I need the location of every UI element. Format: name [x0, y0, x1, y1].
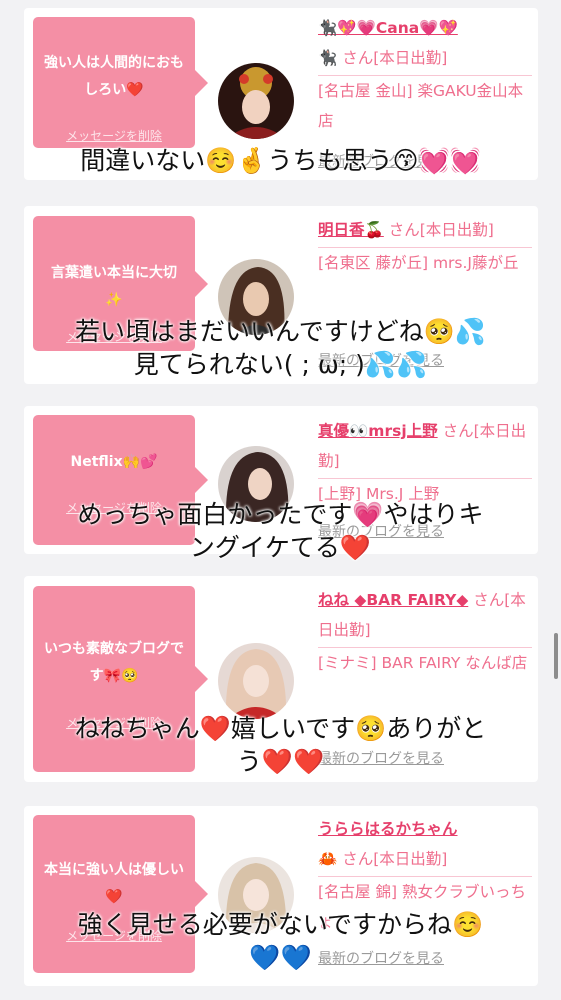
shop-name: [名東区 藤が丘] mrs.J藤が丘 [318, 254, 519, 272]
attendance-status: さん[本日出勤] [388, 221, 494, 239]
divider [318, 647, 532, 648]
caption-overlay: 強く見せる必要がないですからね☺️ 💙💙 [0, 908, 561, 974]
divider [318, 75, 532, 76]
caption-overlay: 間違いない☺️🤞うちも思う😙💓💓 [0, 144, 561, 177]
avatar[interactable] [218, 63, 294, 139]
divider [318, 876, 532, 877]
caption-line: 若い頃はまだいいんですけどね🥺💦 [74, 317, 486, 346]
therapist-name[interactable]: 明日香🍒 [318, 221, 384, 239]
message-text: 言葉遣い本当に大切✨ [51, 265, 177, 308]
caption-line: う❤️❤️ [236, 747, 325, 776]
attendance-status: 🐈‍⬛ さん[本日出勤] [318, 49, 448, 67]
message-text: 強い人は人間的におもしろい❤️ [44, 55, 184, 98]
therapist-info: 明日香🍒 さん[本日出勤] [名東区 藤が丘] mrs.J藤が丘 [318, 215, 532, 278]
divider [318, 247, 532, 248]
therapist-name[interactable]: 真優👀mrsj上野 [318, 422, 438, 440]
caption-line: ングイケてる❤️ [189, 533, 372, 562]
attendance-status: 🦀 さん[本日出勤] [318, 850, 448, 868]
caption-line: 見てられない( ; ω; )💦💦 [133, 350, 428, 379]
caption-overlay: 若い頃はまだいいんですけどね🥺💦 見てられない( ; ω; )💦💦 [0, 315, 561, 381]
caption-overlay: ねねちゃん❤️嬉しいです🥺ありがと う❤️❤️ [0, 712, 561, 778]
therapist-name[interactable]: 🐈‍⬛💖💗Cana💗💖 [318, 19, 458, 37]
message-bubble: 強い人は人間的におもしろい❤️ メッセージを削除 [33, 17, 208, 148]
caption-line: めっちゃ面白かったです💗やはりキ [77, 500, 484, 529]
caption-overlay: めっちゃ面白かったです💗やはりキ ングイケてる❤️ [0, 498, 561, 564]
message-text: 本当に強い人は優しい❤️ [44, 862, 184, 905]
therapist-name[interactable]: うららはるかちゃん [318, 820, 458, 838]
avatar[interactable] [218, 643, 294, 719]
shop-name: [ミナミ] BAR FAIRY なんば店 [318, 654, 528, 672]
caption-line: ねねちゃん❤️嬉しいです🥺ありがと [74, 714, 487, 743]
message-text: いつも素敵なブログです🎀🥺 [44, 641, 184, 684]
shop-name: [名古屋 金山] 楽GAKU金山本店 [318, 82, 524, 130]
scrollbar[interactable] [554, 633, 558, 679]
divider [318, 478, 532, 479]
therapist-info: 真優👀mrsj上野 さん[本日出勤] [上野] Mrs.J 上野 [318, 416, 532, 509]
caption-line: 💙💙 [249, 943, 312, 972]
message-text: Netflix🙌💕 [70, 454, 158, 470]
caption-line: 間違いない☺️🤞うちも思う😙💓💓 [80, 146, 481, 175]
delete-message-link[interactable]: メッセージを削除 [33, 127, 195, 144]
therapist-name[interactable]: ねね ◆BAR FAIRY◆ [318, 591, 468, 609]
therapist-info: 🐈‍⬛💖💗Cana💗💖 🐈‍⬛ さん[本日出勤] [名古屋 金山] 楽GAKU金… [318, 13, 532, 136]
caption-line: 強く見せる必要がないですからね☺️ [77, 910, 484, 939]
therapist-info: ねね ◆BAR FAIRY◆ さん[本日出勤] [ミナミ] BAR FAIRY … [318, 585, 532, 678]
